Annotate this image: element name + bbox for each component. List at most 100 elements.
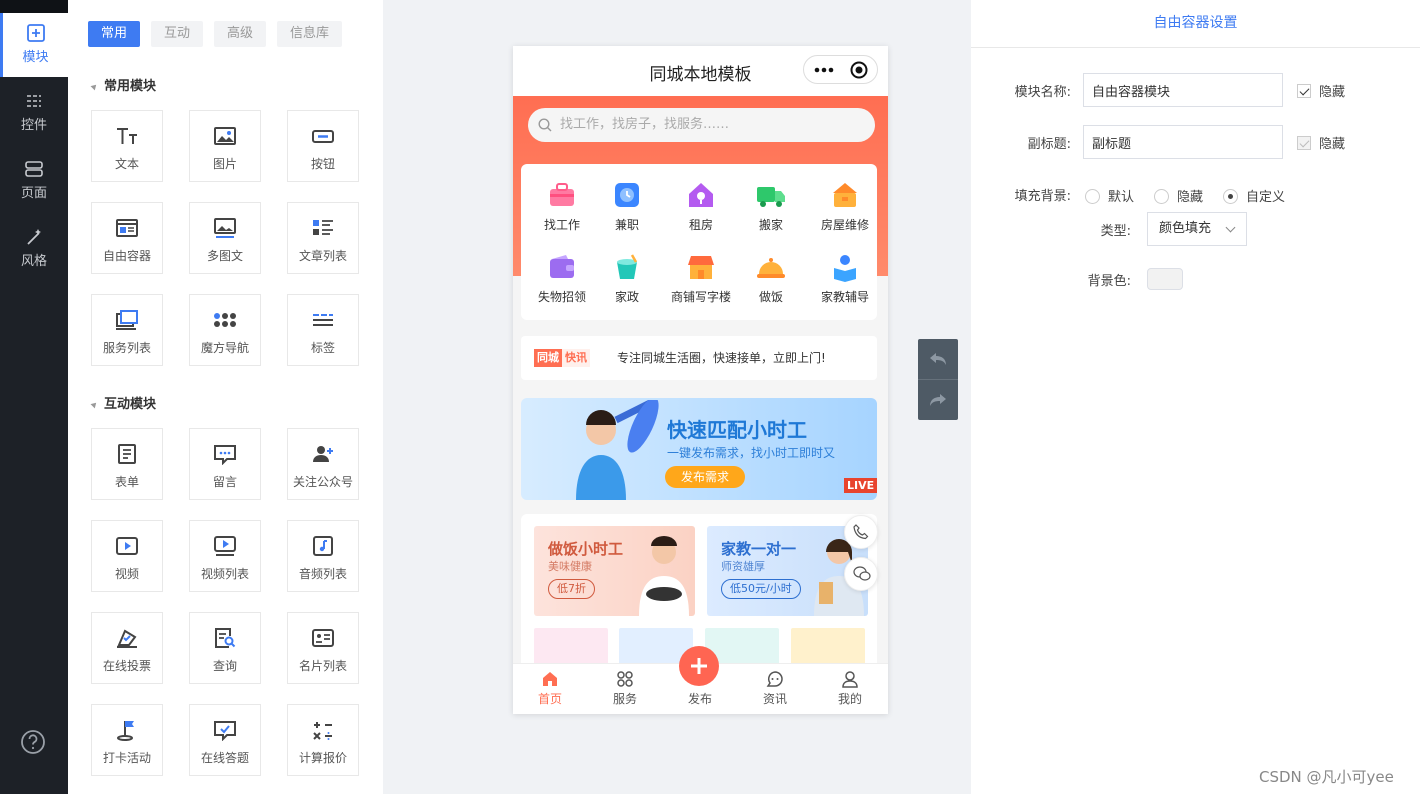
tile-label: 视频 [114, 567, 139, 581]
news-text: 专注同城生活圈，快速接单，立即上门! [617, 351, 826, 365]
news-ticker[interactable]: 同城 快讯 专注同城生活圈，快速接单，立即上门! [521, 336, 877, 380]
category-label: 搬家 [758, 218, 783, 232]
tile-free-container[interactable]: 自由容器 [91, 202, 163, 274]
plus-square-icon [26, 24, 45, 42]
tab-info-library[interactable]: 信息库 [277, 21, 343, 47]
tile-checkin[interactable]: 打卡活动 [91, 704, 163, 776]
tile-image[interactable]: 图片 [189, 110, 261, 182]
category-housekeeping[interactable]: 家政 [592, 252, 662, 305]
tile-follow-account[interactable]: 关注公众号 [287, 428, 359, 500]
fill-radio-custom[interactable]: 自定义 [1223, 186, 1285, 205]
tile-label: 视频列表 [200, 567, 249, 581]
nav-item-pages[interactable]: 页面 [0, 149, 68, 213]
thumb-pet[interactable] [791, 628, 865, 668]
fill-type-select[interactable]: 颜色填充 [1147, 212, 1247, 246]
tile-card-list[interactable]: 名片列表 [287, 612, 359, 684]
tile-service-list[interactable]: 服务列表 [91, 294, 163, 366]
category-part-time[interactable]: 兼职 [592, 180, 662, 233]
tab-advanced[interactable]: 高级 [214, 21, 267, 47]
house-icon [689, 183, 713, 207]
tile-message[interactable]: 留言 [189, 428, 261, 500]
hide-name-checkbox[interactable]: 隐藏 [1297, 81, 1345, 100]
fill-radio-hidden[interactable]: 隐藏 [1154, 186, 1203, 205]
tile-text[interactable]: 文本 [91, 110, 163, 182]
tile-online-vote[interactable]: 在线投票 [91, 612, 163, 684]
category-house-repair[interactable]: 房屋维修 [810, 180, 880, 233]
vote-icon [117, 629, 137, 648]
tab-common[interactable]: 常用 [88, 21, 141, 47]
tile-calculator-quote[interactable]: 计算报价 [287, 704, 359, 776]
tile-article-list[interactable]: 文章列表 [287, 202, 359, 274]
tab-service[interactable]: 服务 [595, 670, 655, 707]
banner-title: 快速匹配小时工 [667, 418, 807, 442]
tile-label: 多图文 [206, 249, 243, 263]
category-tutoring[interactable]: 家教辅导 [810, 252, 880, 305]
tab-home[interactable]: 首页 [520, 670, 580, 707]
radio-circle [1085, 189, 1100, 204]
tile-online-quiz[interactable]: 在线答题 [189, 704, 261, 776]
nav-item-style[interactable]: 风格 [0, 217, 68, 281]
phone-preview: 同城本地模板 找工作，找房子，找服务…… 找工作 兼职 租房 搬家 房屋维修 失… [513, 46, 888, 714]
follow-user-icon [313, 446, 333, 462]
checkbox-box [1297, 84, 1311, 98]
category-shop-office[interactable]: 商铺写字楼 [666, 252, 736, 305]
section-title-interactive[interactable]: 互动模块 [90, 393, 156, 412]
tab-mine[interactable]: 我的 [820, 670, 880, 707]
tile-label: 留言 [212, 475, 237, 489]
button-icon [312, 130, 334, 143]
publish-plus-button[interactable] [679, 646, 719, 686]
tile-button[interactable]: 按钮 [287, 110, 359, 182]
section-title-common[interactable]: 常用模块 [90, 75, 156, 94]
promo-banner[interactable]: 快速匹配小时工 一键发布需求，找小时工即时又 发布需求 LIVE [521, 398, 877, 500]
image-icon [214, 127, 236, 145]
tab-publish[interactable]: 发布 [670, 690, 730, 707]
wechat-button[interactable] [844, 557, 878, 591]
tile-cube-nav[interactable]: 魔方导航 [189, 294, 261, 366]
nav-label: 控件 [20, 118, 47, 133]
tile-label: 表单 [114, 475, 139, 489]
tab-news[interactable]: 资讯 [745, 670, 805, 707]
nav-item-controls[interactable]: 控件 [0, 81, 68, 145]
tile-audio-list[interactable]: 音频列表 [287, 520, 359, 592]
user-icon [842, 671, 858, 688]
chef-illustration [639, 536, 689, 616]
tile-video[interactable]: 视频 [91, 520, 163, 592]
watermark: CSDN @凡小可yee [1259, 768, 1394, 786]
publish-demand-button[interactable]: 发布需求 [665, 466, 745, 488]
help-button[interactable] [20, 729, 46, 759]
image-text-icon [214, 218, 236, 238]
category-rent[interactable]: 租房 [666, 180, 736, 233]
thumb-lock[interactable] [534, 628, 608, 668]
tile-video-list[interactable]: 视频列表 [189, 520, 261, 592]
panel-title: 自由容器设置 [971, 0, 1420, 48]
undo-button[interactable] [918, 339, 958, 379]
redo-icon [930, 394, 946, 406]
search-placeholder: 找工作，找房子，找服务…… [560, 117, 730, 132]
tile-multi-image-text[interactable]: 多图文 [189, 202, 261, 274]
tile-label: 在线答题 [200, 751, 249, 765]
tile-form[interactable]: 表单 [91, 428, 163, 500]
module-name-input[interactable] [1083, 73, 1283, 107]
card-badge: 低50元/小时 [721, 579, 801, 599]
category-moving[interactable]: 搬家 [736, 180, 806, 233]
nav-item-modules[interactable]: 模块 [0, 13, 68, 77]
search-input[interactable]: 找工作，找房子，找服务…… [528, 108, 875, 142]
history-controls [918, 339, 958, 420]
category-find-job[interactable]: 找工作 [527, 180, 597, 233]
tile-tag[interactable]: 标签 [287, 294, 359, 366]
tile-label: 服务列表 [102, 341, 151, 355]
tab-interactive[interactable]: 互动 [151, 21, 204, 47]
category-lost-found[interactable]: 失物招领 [527, 252, 597, 305]
category-cooking[interactable]: 做饭 [736, 252, 806, 305]
tile-query[interactable]: 查询 [189, 612, 261, 684]
wallet-icon [550, 255, 574, 278]
subtitle-input[interactable] [1083, 125, 1283, 159]
card-cooking[interactable]: 做饭小时工 美味健康 低7折 [534, 526, 695, 616]
redo-button[interactable] [918, 379, 958, 419]
mini-program-capsule[interactable] [803, 55, 878, 84]
toolbox-icon [833, 183, 857, 207]
hide-subtitle-checkbox[interactable]: 隐藏 [1297, 133, 1345, 152]
phone-call-button[interactable] [844, 515, 878, 549]
fill-radio-default[interactable]: 默认 [1085, 186, 1134, 205]
background-color-swatch[interactable] [1147, 268, 1183, 290]
